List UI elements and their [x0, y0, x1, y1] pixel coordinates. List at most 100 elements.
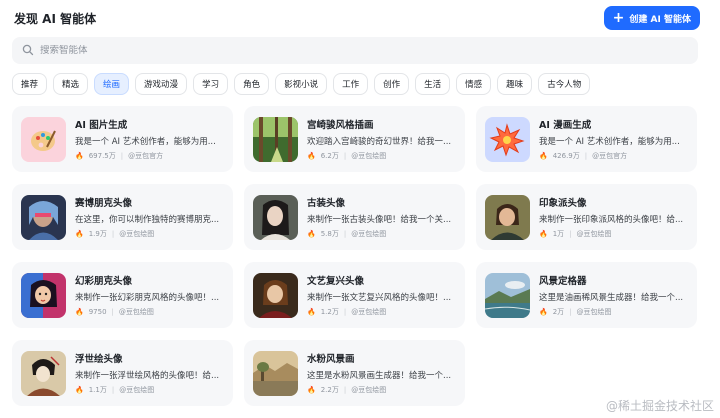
- agent-desc: 我是一个 AI 艺术创作者，能够为用...: [75, 137, 216, 147]
- agent-name: 赛博朋克头像: [75, 198, 133, 209]
- gouache-landscape: [253, 350, 298, 396]
- agent-name: AI 图片生成: [75, 120, 128, 131]
- tab-painting[interactable]: 绘画: [94, 73, 130, 95]
- separator: |: [343, 308, 347, 316]
- agent-card[interactable]: 印象派头像 来制作一张印象派风格的头像吧！给... 🔥 1万 | @豆包绘图: [476, 184, 697, 250]
- agent-desc: 来制作一张文艺复兴风格的头像吧！...: [307, 293, 452, 303]
- flame-icon: 🔥: [539, 152, 548, 160]
- tab-featured[interactable]: 精选: [53, 73, 89, 95]
- flame-icon: 🔥: [75, 308, 84, 316]
- agent-author: @豆包绘图: [351, 152, 387, 160]
- flame-icon: 🔥: [539, 308, 548, 316]
- flame-icon: 🔥: [307, 230, 316, 238]
- palette-icon: [21, 116, 66, 162]
- agent-card[interactable]: 古装头像 来制作一张古装头像吧！给我一个关... 🔥 5.8万 | @豆包绘图: [244, 184, 465, 250]
- agent-name: 水粉风景画: [307, 354, 355, 365]
- header: 发现 AI 智能体 + 创建 AI 智能体: [14, 6, 700, 30]
- page-title: 发现 AI 智能体: [14, 11, 97, 26]
- renaissance-portrait: [253, 272, 298, 318]
- agent-desc: 在这里，你可以制作独特的赛博朋克...: [75, 215, 220, 225]
- search-bar[interactable]: [12, 37, 698, 64]
- agent-desc: 我是一个 AI 艺术创作者，能够为用...: [539, 137, 680, 147]
- usage-count: 2.2万: [320, 386, 339, 394]
- agent-name: 宫崎骏风格插画: [307, 120, 374, 131]
- agent-card[interactable]: 赛博朋克头像 在这里，你可以制作独特的赛博朋克... 🔥 1.9万 | @豆包绘图: [12, 184, 233, 250]
- separator: |: [343, 386, 347, 394]
- usage-count: 1万: [552, 230, 565, 238]
- usage-count: 6.2万: [320, 152, 339, 160]
- usage-count: 1.2万: [320, 308, 339, 316]
- agent-card[interactable]: 宫崎骏风格插画 欢迎踏入宫崎骏的奇幻世界！给我一... 🔥 6.2万 | @豆包绘图: [244, 106, 465, 172]
- separator: |: [343, 152, 347, 160]
- tab-roles[interactable]: 角色: [234, 73, 270, 95]
- landscape-painting: [485, 272, 530, 318]
- flame-icon: 🔥: [75, 152, 84, 160]
- tab-work[interactable]: 工作: [333, 73, 369, 95]
- tab-life[interactable]: 生活: [415, 73, 451, 95]
- agent-card[interactable]: 水粉风景画 这里是水粉风景画生成器！给我一个... 🔥 2.2万 | @豆包绘图: [244, 340, 465, 406]
- create-agent-label: 创建 AI 智能体: [629, 14, 691, 25]
- separator: |: [111, 308, 114, 316]
- flame-icon: 🔥: [539, 230, 548, 238]
- tab-creation[interactable]: 创作: [374, 73, 410, 95]
- search-input[interactable]: [40, 45, 340, 56]
- separator: |: [569, 230, 572, 238]
- usage-count: 9750: [88, 308, 107, 316]
- agent-author: @豆包官方: [128, 152, 164, 160]
- agent-card[interactable]: 文艺复兴头像 来制作一张文艺复兴风格的头像吧！... 🔥 1.2万 | @豆包绘图: [244, 262, 465, 328]
- agent-author: @豆包绘图: [351, 386, 387, 394]
- separator: |: [584, 152, 588, 160]
- agent-author: @豆包官方: [592, 152, 628, 160]
- flame-icon: 🔥: [307, 152, 316, 160]
- agent-card[interactable]: 幻彩朋克头像 来制作一张幻彩朋克风格的头像吧！... 🔥 9750 | @豆包绘图: [12, 262, 233, 328]
- plus-icon: +: [612, 10, 625, 26]
- separator: |: [111, 386, 115, 394]
- agent-card[interactable]: 浮世绘头像 来制作一张浮世绘风格的头像吧！给... 🔥 1.1万 | @豆包绘图: [12, 340, 233, 406]
- separator: |: [343, 230, 347, 238]
- tab-games-anime[interactable]: 游戏动漫: [135, 73, 188, 95]
- agent-author: @豆包绘图: [351, 308, 387, 316]
- flame-icon: 🔥: [75, 230, 84, 238]
- impressionist-portrait: [485, 194, 530, 240]
- agent-author: @豆包绘图: [351, 230, 387, 238]
- agent-name: 风景定格器: [539, 276, 587, 287]
- agent-desc: 来制作一张古装头像吧！给我一个关...: [307, 215, 452, 225]
- separator: |: [111, 230, 115, 238]
- agent-desc: 这里是油画稀风景生成器！给我一个...: [539, 293, 684, 303]
- agent-author: @豆包绘图: [119, 386, 155, 394]
- agent-card[interactable]: 风景定格器 这里是油画稀风景生成器！给我一个... 🔥 2万 | @豆包绘图: [476, 262, 697, 328]
- search-icon: [22, 41, 34, 60]
- agent-name: AI 漫画生成: [539, 120, 592, 131]
- tab-emotion[interactable]: 情感: [456, 73, 492, 95]
- usage-count: 426.9万: [552, 152, 580, 160]
- tab-study[interactable]: 学习: [193, 73, 229, 95]
- agent-name: 浮世绘头像: [75, 354, 123, 365]
- colorful-punk-portrait: [21, 272, 66, 318]
- agent-name: 古装头像: [307, 198, 346, 209]
- usage-count: 1.9万: [88, 230, 107, 238]
- agent-desc: 来制作一张浮世绘风格的头像吧！给...: [75, 371, 220, 381]
- tab-fun[interactable]: 趣味: [497, 73, 533, 95]
- category-tabs: 推荐 精选 绘画 游戏动漫 学习 角色 影视小说 工作 创作 生活 情感 趣味 …: [12, 73, 591, 95]
- agent-name: 文艺复兴头像: [307, 276, 365, 287]
- usage-count: 2万: [552, 308, 565, 316]
- watermark: @稀土掘金技术社区: [605, 399, 714, 413]
- tab-film-novel[interactable]: 影视小说: [275, 73, 328, 95]
- agent-author: @豆包绘图: [576, 308, 612, 316]
- tab-recommend[interactable]: 推荐: [12, 73, 48, 95]
- create-agent-button[interactable]: + 创建 AI 智能体: [603, 6, 700, 30]
- comic-burst-icon: [485, 116, 530, 162]
- usage-count: 697.5万: [88, 152, 116, 160]
- tab-historical-figures[interactable]: 古今人物: [538, 73, 591, 95]
- separator: |: [569, 308, 572, 316]
- agent-desc: 这里是水粉风景画生成器！给我一个...: [307, 371, 452, 381]
- flame-icon: 🔥: [75, 386, 84, 394]
- agent-card[interactable]: AI 图片生成 我是一个 AI 艺术创作者，能够为用... 🔥 697.5万 | @豆…: [12, 106, 233, 172]
- agent-desc: 来制作一张幻彩朋克风格的头像吧！...: [75, 293, 220, 303]
- agent-desc: 欢迎踏入宫崎骏的奇幻世界！给我一...: [307, 137, 452, 147]
- usage-count: 5.8万: [320, 230, 339, 238]
- forest-image: [253, 116, 298, 162]
- agent-author: @豆包绘图: [576, 230, 612, 238]
- usage-count: 1.1万: [88, 386, 107, 394]
- agent-card[interactable]: AI 漫画生成 我是一个 AI 艺术创作者，能够为用... 🔥 426.9万 | @豆…: [476, 106, 697, 172]
